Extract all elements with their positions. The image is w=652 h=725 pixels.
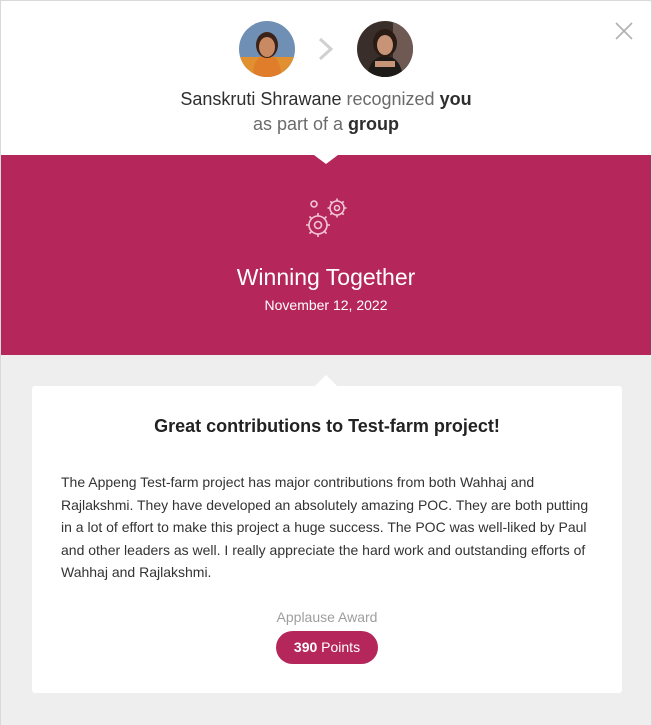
gears-icon bbox=[306, 198, 347, 237]
award-date: November 12, 2022 bbox=[264, 297, 388, 313]
recipient-label: you bbox=[439, 89, 472, 109]
points-badge: 390 Points bbox=[276, 631, 378, 664]
group-prefix: as part of a bbox=[252, 114, 344, 134]
award-banner bbox=[1, 155, 651, 355]
banner-notch bbox=[314, 155, 338, 164]
points-value: 390 bbox=[293, 639, 318, 655]
message-card: Great contributions to Test-farm project… bbox=[32, 386, 622, 693]
sender-name[interactable]: Sanskruti Shrawane bbox=[180, 89, 341, 109]
chevron-right-icon bbox=[318, 37, 334, 61]
points-label: Points bbox=[321, 639, 361, 655]
recognized-verb: recognized bbox=[346, 89, 435, 109]
award-title: Winning Together bbox=[236, 264, 416, 290]
recipient-avatar[interactable] bbox=[357, 21, 413, 77]
recognition-headline: Sanskruti Shrawane recognized you as par… bbox=[1, 87, 651, 137]
recognition-modal: Sanskruti Shrawane recognized you as par… bbox=[0, 0, 652, 725]
group-label: group bbox=[348, 114, 400, 134]
message-title: Great contributions to Test-farm project… bbox=[154, 416, 500, 436]
card-notch bbox=[315, 375, 337, 386]
award-type-label: Applause Award bbox=[276, 609, 378, 625]
message-body: The Appeng Test-farm project has major c… bbox=[61, 474, 589, 580]
sender-avatar[interactable] bbox=[239, 21, 295, 77]
avatar-row bbox=[1, 21, 651, 79]
